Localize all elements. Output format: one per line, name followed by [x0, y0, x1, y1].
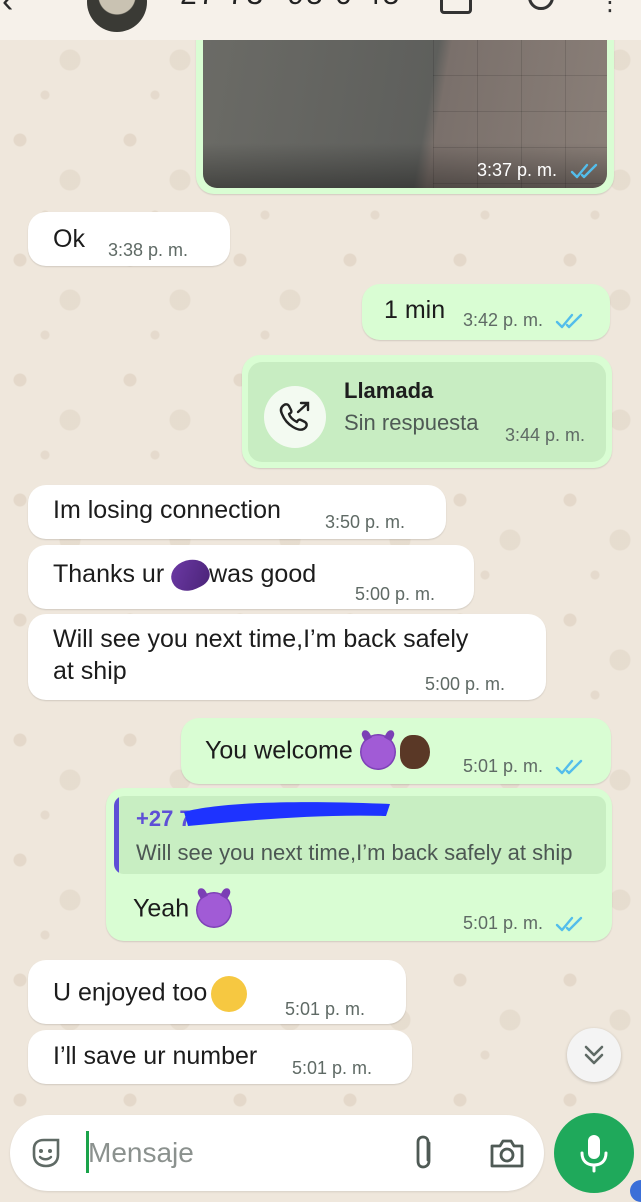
message-text: U enjoyed too: [53, 976, 248, 1012]
message-text-part: Thanks ur: [53, 560, 165, 588]
video-call-icon[interactable]: [440, 0, 472, 14]
quote-text: Will see you next time,I’m back safely a…: [136, 840, 573, 865]
message-time: 5:01 p. m.: [292, 1058, 373, 1078]
read-ticks-icon: [555, 312, 585, 330]
message-text: Ok: [53, 225, 85, 253]
message-text-part: was good: [209, 560, 317, 588]
message-text-part: U enjoyed too: [53, 978, 208, 1007]
voice-record-button[interactable]: [554, 1113, 634, 1193]
star-struck-emoji-icon: [211, 976, 248, 1012]
message-text: Thanks ur was good: [53, 553, 317, 598]
phone-call-icon[interactable]: [528, 0, 554, 10]
avatar[interactable]: [87, 0, 147, 32]
message-text: You welcome: [205, 734, 430, 770]
quoted-message[interactable]: +27 7 Will see you next time,I’m back sa…: [114, 796, 606, 874]
smiling-devil-emoji-icon: [196, 892, 233, 928]
quote-accent-bar: [114, 796, 119, 874]
redaction-scribble: [184, 802, 390, 826]
message-time: 3:42 p. m.: [463, 310, 544, 330]
call-icon-circle: [264, 386, 326, 448]
more-vert-icon[interactable]: ⋮: [598, 0, 622, 17]
camera-icon[interactable]: [488, 1135, 526, 1171]
message-text-part: You welcome: [205, 736, 353, 765]
message-time: 3:37 p. m.: [477, 160, 558, 180]
back-arrow-icon[interactable]: ‹: [2, 0, 13, 21]
message-time: 5:01 p. m.: [463, 756, 544, 776]
message-time: 5:01 p. m.: [285, 999, 366, 1019]
message-text: Yeah: [133, 892, 233, 928]
message-text-line: at ship: [53, 657, 127, 685]
message-text: I’ll save ur number: [53, 1042, 258, 1070]
message-composer: [10, 1115, 544, 1191]
message-text: 1 min: [384, 296, 446, 324]
message-time: 3:50 p. m.: [325, 512, 406, 532]
chat-header: ‹ 27 73 ·95 0 45 ⋮: [0, 0, 641, 40]
read-ticks-icon: [570, 162, 600, 180]
call-title: Llamada: [344, 378, 434, 403]
message-text-line: Will see you next time,I’m back safely: [53, 625, 469, 653]
message-time: 3:38 p. m.: [108, 240, 189, 260]
message-text-part: Yeah: [133, 894, 190, 923]
message-input[interactable]: [88, 1133, 388, 1173]
contact-name[interactable]: 27 73 ·95 0 45: [180, 0, 402, 12]
read-ticks-icon: [555, 915, 585, 933]
sticker-icon[interactable]: [28, 1135, 64, 1171]
missed-call-icon: [279, 401, 310, 431]
missed-call-card[interactable]: Llamada Sin respuesta 3:44 p. m.: [248, 362, 606, 462]
scroll-to-bottom-button[interactable]: [567, 1028, 621, 1082]
mic-icon: [580, 1135, 608, 1173]
message-time: 5:00 p. m.: [425, 674, 506, 694]
call-status: Sin respuesta: [344, 410, 479, 435]
message-time: 5:01 p. m.: [463, 913, 544, 933]
ok-hand-emoji-icon: [399, 735, 430, 769]
smiling-devil-emoji-icon: [359, 734, 396, 770]
read-ticks-icon: [555, 758, 585, 776]
message-time: 5:00 p. m.: [355, 584, 436, 604]
message-time: 3:44 p. m.: [505, 425, 586, 445]
message-text: Im losing connection: [53, 496, 281, 524]
double-chevron-down-icon: [584, 1045, 604, 1065]
paperclip-icon[interactable]: [410, 1133, 440, 1173]
